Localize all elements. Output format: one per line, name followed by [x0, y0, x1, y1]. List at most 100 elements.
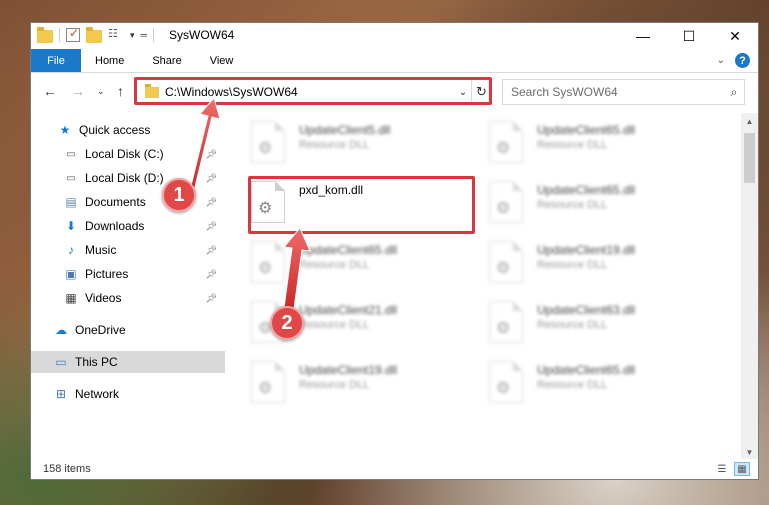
dll-file-icon: ⚙	[489, 181, 523, 223]
tiles-view-icon[interactable]: ▦	[734, 462, 750, 476]
dll-file-icon: ⚙	[489, 361, 523, 403]
dll-file-icon: ⚙	[489, 121, 523, 163]
sidebar-item-label: Local Disk (C:)	[85, 147, 164, 161]
search-icon[interactable]: ⌕	[724, 85, 744, 100]
toolbar-divider	[59, 28, 60, 42]
maximize-button[interactable]: ☐	[666, 23, 712, 49]
address-folder-icon	[145, 83, 159, 98]
vertical-scrollbar[interactable]: ▲ ▼	[741, 113, 758, 461]
sidebar-item-local-disk-c[interactable]: ▭ Local Disk (C:) 📌︎	[31, 143, 225, 165]
pin-icon[interactable]: 📌︎	[206, 245, 217, 256]
dll-file-icon: ⚙	[489, 301, 523, 343]
list-item[interactable]: ⚙ UpdateClient65.dll Resource DLL	[489, 179, 709, 229]
list-item[interactable]: ⚙ UpdateClient63.dll Resource DLL	[489, 299, 709, 349]
pin-icon[interactable]: 📌︎	[206, 269, 217, 280]
quick-access-toolbar: ☷ ▾ ═	[37, 26, 154, 43]
list-item[interactable]: ⚙ UpdateClient5.dll Resource DLL	[251, 119, 471, 169]
dll-file-icon: ⚙	[489, 241, 523, 283]
dll-file-icon: ⚙	[251, 121, 285, 163]
details-view-icon[interactable]: ☰	[714, 462, 730, 476]
expand-ribbon-icon[interactable]: ⌄	[717, 55, 725, 66]
pin-icon[interactable]: 📌︎	[206, 293, 217, 304]
list-item[interactable]: ⚙ UpdateClient65.dll Resource DLL	[251, 239, 471, 289]
sidebar-item-local-disk-d[interactable]: ▭ Local Disk (D:) 📌︎	[31, 167, 225, 189]
sidebar-item-videos[interactable]: ▦ Videos 📌︎	[31, 287, 225, 309]
file-name: UpdateClient63.dll	[537, 303, 636, 317]
toolbar-divider	[152, 28, 154, 42]
tab-share[interactable]: Share	[138, 49, 195, 72]
explorer-window: ☷ ▾ ═ SysWOW64 — ☐ ✕ File Home Share Vie…	[30, 22, 759, 480]
recent-locations-icon[interactable]: ⌄	[97, 86, 105, 97]
dll-file-icon: ⚙	[251, 241, 285, 283]
file-type: Resource DLL	[299, 319, 370, 331]
cloud-icon: ☁	[55, 323, 67, 337]
sidebar-item-music[interactable]: ♪ Music 📌︎	[31, 239, 225, 261]
gear-icon: ⚙	[258, 140, 273, 157]
forward-arrow-icon[interactable]: →	[71, 83, 85, 99]
address-path[interactable]: C:\Windows\SysWOW64	[165, 85, 455, 99]
list-item-highlighted[interactable]: ⚙ pxd_kom.dll	[251, 179, 471, 229]
scroll-thumb[interactable]	[744, 133, 755, 183]
gear-icon: ⚙	[496, 260, 511, 277]
network-icon: ⊞	[55, 387, 67, 401]
close-button[interactable]: ✕	[712, 23, 758, 49]
list-item[interactable]: ⚙ UpdateClient65.dll Resource DLL	[489, 119, 709, 169]
window-controls: — ☐ ✕	[620, 23, 758, 49]
file-name: UpdateClient19.dll	[299, 363, 398, 377]
sidebar-item-downloads[interactable]: ⬇ Downloads 📌︎	[31, 215, 225, 237]
list-item[interactable]: ⚙ UpdateClient19.dll Resource DLL	[489, 239, 709, 289]
tab-file[interactable]: File	[31, 49, 81, 72]
list-item[interactable]: ⚙ UpdateClient65.dll Resource DLL	[489, 359, 709, 409]
sidebar-item-this-pc[interactable]: ▭ This PC	[31, 351, 225, 373]
file-name: UpdateClient65.dll	[537, 363, 636, 377]
pin-icon[interactable]: 📌︎	[206, 149, 217, 160]
help-icon[interactable]: ?	[735, 53, 750, 68]
properties-icon[interactable]	[66, 26, 80, 42]
navigation-pane: ★ Quick access ▭ Local Disk (C:) 📌︎ ▭ Lo…	[31, 113, 225, 461]
view-buttons: ☰ ▦	[714, 462, 750, 476]
drive-icon: ▭	[66, 172, 76, 184]
tab-home[interactable]: Home	[81, 49, 138, 72]
file-type: Resource DLL	[537, 379, 608, 391]
file-name: UpdateClient5.dll	[299, 123, 391, 137]
file-type: Resource DLL	[537, 319, 608, 331]
file-list: ⚙ UpdateClient5.dll Resource DLL ⚙ pxd_k…	[227, 113, 739, 461]
sidebar-item-network[interactable]: ⊞ Network	[31, 383, 225, 405]
search-input[interactable]	[511, 85, 724, 99]
new-folder-icon[interactable]	[86, 26, 102, 43]
qat-customize-icon[interactable]: ═	[141, 30, 147, 40]
gear-icon: ⚙	[496, 200, 511, 217]
customize-view-icon[interactable]: ☷	[108, 27, 124, 43]
address-row: ← → ⌄ ↑ C:\Windows\SysWOW64 ⌄ ↻ ⌕	[31, 74, 758, 110]
pictures-icon: ▣	[65, 267, 77, 281]
sidebar-item-pictures[interactable]: ▣ Pictures 📌︎	[31, 263, 225, 285]
address-bar[interactable]: C:\Windows\SysWOW64 ⌄ ↻	[136, 79, 492, 105]
gear-icon: ⚙	[496, 320, 511, 337]
refresh-icon[interactable]: ↻	[471, 80, 491, 104]
search-box[interactable]: ⌕	[502, 79, 745, 105]
pin-icon[interactable]: 📌︎	[206, 173, 217, 184]
file-type: Resource DLL	[537, 199, 608, 211]
documents-icon: ▤	[65, 195, 77, 209]
sidebar-item-quick-access[interactable]: ★ Quick access	[31, 119, 225, 141]
list-item[interactable]: ⚙ UpdateClient19.dll Resource DLL	[251, 359, 471, 409]
dropdown-arrow-icon[interactable]: ▾	[130, 30, 135, 41]
sidebar-item-label: Downloads	[85, 219, 145, 233]
sidebar-item-label: Music	[85, 243, 117, 257]
minimize-button[interactable]: —	[620, 23, 666, 49]
file-type: Resource DLL	[299, 259, 370, 271]
sidebar-item-onedrive[interactable]: ☁ OneDrive	[31, 319, 225, 341]
address-dropdown-icon[interactable]: ⌄	[455, 87, 471, 98]
pin-icon[interactable]: 📌︎	[206, 221, 217, 232]
gear-icon: ⚙	[496, 380, 511, 397]
file-name: pxd_kom.dll	[299, 183, 364, 197]
scroll-up-icon[interactable]: ▲	[741, 113, 758, 130]
up-arrow-icon[interactable]: ↑	[117, 83, 124, 99]
tab-view[interactable]: View	[196, 49, 248, 72]
pin-icon[interactable]: 📌︎	[206, 197, 217, 208]
back-arrow-icon[interactable]: ←	[43, 83, 57, 99]
sidebar-item-label: Quick access	[79, 123, 151, 137]
music-icon: ♪	[68, 243, 74, 257]
file-type: Resource DLL	[299, 139, 370, 151]
videos-icon: ▦	[65, 291, 77, 305]
